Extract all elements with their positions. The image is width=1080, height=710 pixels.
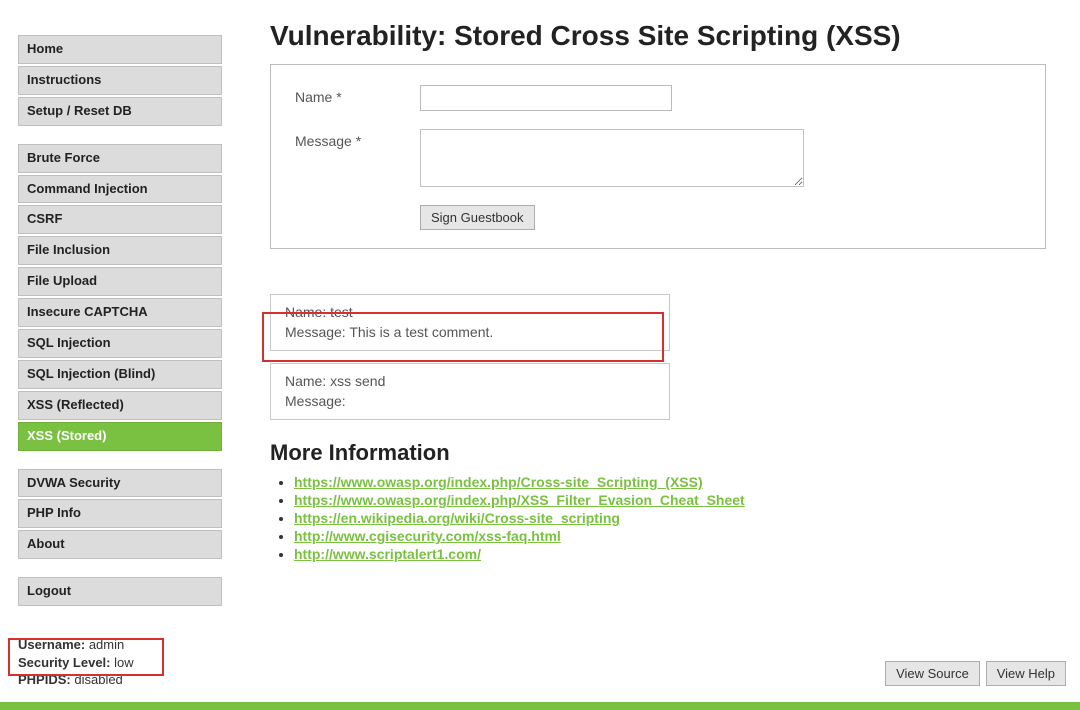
info-link[interactable]: https://en.wikipedia.org/wiki/Cross-site… (294, 510, 620, 526)
more-info-links: https://www.owasp.org/index.php/Cross-si… (270, 474, 1064, 562)
status-phpids-label: PHPIDS: (18, 672, 71, 687)
entry-name-value: test (330, 304, 353, 320)
entry-message-label: Message: (285, 324, 346, 340)
status-security-label: Security Level: (18, 655, 111, 670)
nav-item-insecure-captcha[interactable]: Insecure CAPTCHA (18, 298, 222, 327)
status-security-value: low (114, 655, 134, 670)
status-phpids: PHPIDS: disabled (18, 671, 222, 689)
message-label: Message * (295, 129, 420, 149)
status-phpids-value: disabled (74, 672, 122, 687)
info-link[interactable]: https://www.owasp.org/index.php/XSS_Filt… (294, 492, 745, 508)
footer-buttons: View Source View Help (883, 661, 1066, 686)
nav-item-sql-injection[interactable]: SQL Injection (18, 329, 222, 358)
info-link[interactable]: https://www.owasp.org/index.php/Cross-si… (294, 474, 703, 490)
entry-name-label: Name: (285, 304, 326, 320)
nav-item-sql-injection-blind[interactable]: SQL Injection (Blind) (18, 360, 222, 389)
nav-item-xss-reflected[interactable]: XSS (Reflected) (18, 391, 222, 420)
view-help-button[interactable]: View Help (986, 661, 1066, 686)
entry-name-label: Name: (285, 373, 326, 389)
guestbook-form: Name * Message * Sign Guestbook (270, 64, 1046, 249)
nav-item-setup-reset-db[interactable]: Setup / Reset DB (18, 97, 222, 126)
footer-bar (0, 702, 1080, 710)
status-username-value: admin (89, 637, 124, 652)
nav-item-dvwa-security[interactable]: DVWA Security (18, 469, 222, 498)
name-input[interactable] (420, 85, 672, 111)
view-source-button[interactable]: View Source (885, 661, 980, 686)
nav-group-2: DVWA Security PHP Info About (18, 469, 222, 560)
entry-message-label: Message: (285, 393, 346, 409)
status-security: Security Level: low (18, 654, 222, 672)
entry-message-value: This is a test comment. (349, 324, 493, 340)
nav-item-php-info[interactable]: PHP Info (18, 499, 222, 528)
main: Vulnerability: Stored Cross Site Scripti… (230, 0, 1080, 700)
page-title: Vulnerability: Stored Cross Site Scripti… (270, 20, 1064, 52)
nav-group-0: Home Instructions Setup / Reset DB (18, 35, 222, 126)
nav-item-instructions[interactable]: Instructions (18, 66, 222, 95)
nav-item-home[interactable]: Home (18, 35, 222, 64)
nav-item-brute-force[interactable]: Brute Force (18, 144, 222, 173)
nav-item-about[interactable]: About (18, 530, 222, 559)
name-label: Name * (295, 85, 420, 105)
status-box: Username: admin Security Level: low PHPI… (18, 636, 222, 689)
nav-item-csrf[interactable]: CSRF (18, 205, 222, 234)
nav-item-file-upload[interactable]: File Upload (18, 267, 222, 296)
sidebar: Home Instructions Setup / Reset DB Brute… (0, 0, 230, 700)
nav-item-logout[interactable]: Logout (18, 577, 222, 606)
nav-item-xss-stored[interactable]: XSS (Stored) (18, 422, 222, 451)
entry-name-value: xss send (330, 373, 385, 389)
guestbook-entry: Name: xss send Message: (270, 363, 670, 420)
nav-item-file-inclusion[interactable]: File Inclusion (18, 236, 222, 265)
guestbook-entry: Name: test Message: This is a test comme… (270, 294, 670, 351)
info-link[interactable]: http://www.cgisecurity.com/xss-faq.html (294, 528, 561, 544)
info-link[interactable]: http://www.scriptalert1.com/ (294, 546, 481, 562)
guestbook-entries: Name: test Message: This is a test comme… (270, 294, 1064, 420)
nav-item-command-injection[interactable]: Command Injection (18, 175, 222, 204)
status-username-label: Username: (18, 637, 85, 652)
message-input[interactable] (420, 129, 804, 187)
nav-group-1: Brute Force Command Injection CSRF File … (18, 144, 222, 451)
sign-guestbook-button[interactable]: Sign Guestbook (420, 205, 535, 230)
more-info-heading: More Information (270, 440, 1064, 466)
status-username: Username: admin (18, 636, 222, 654)
nav-group-3: Logout (18, 577, 222, 606)
